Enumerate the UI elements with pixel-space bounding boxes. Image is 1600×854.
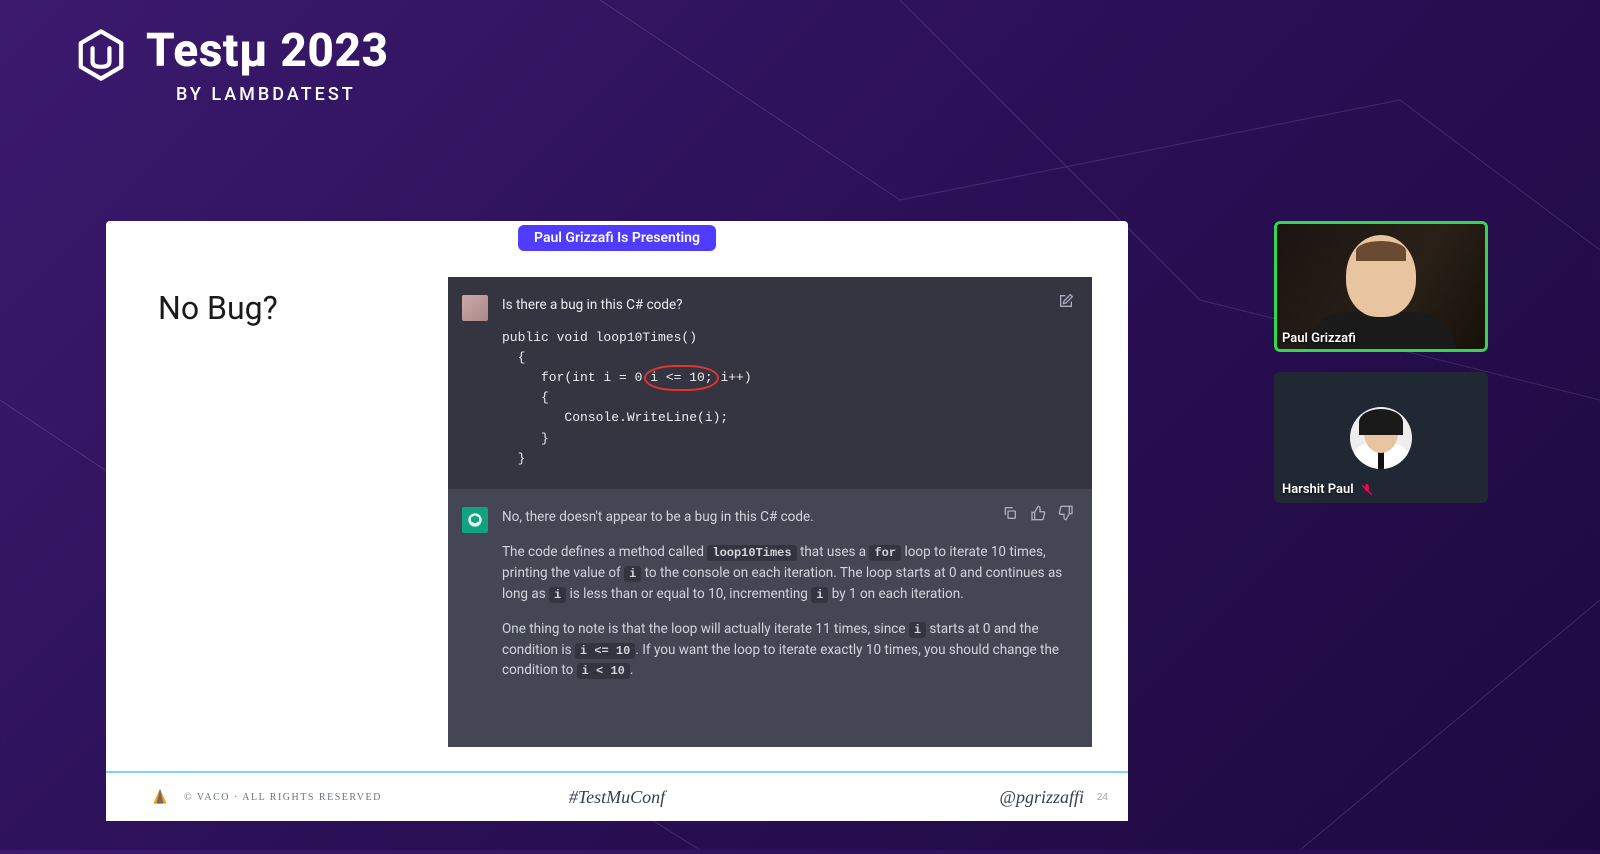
slide-footer: © VACO · ALL RIGHTS RESERVED #TestMuConf… xyxy=(106,771,1128,821)
presenter-pill: Paul Grizzafi Is Presenting xyxy=(518,225,716,251)
avatar-circle xyxy=(1350,407,1412,469)
participant-tile[interactable]: Harshit Paul xyxy=(1274,372,1488,503)
participant-tile[interactable]: Paul Grizzafi xyxy=(1274,221,1488,352)
participant-name: Harshit Paul xyxy=(1282,482,1354,497)
twitter-handle: @pgrizzaffi xyxy=(999,787,1084,808)
user-message: Is there a bug in this C# code? public v… xyxy=(448,277,1092,489)
user-question: Is there a bug in this C# code? xyxy=(502,295,1070,316)
slide-title: No Bug? xyxy=(158,289,278,327)
participant-tiles: Paul Grizzafi Harshit Paul xyxy=(1274,221,1488,503)
testmu-logo-icon xyxy=(74,28,128,82)
page-number: 24 xyxy=(1097,792,1108,803)
chatgpt-conversation: Is there a bug in this C# code? public v… xyxy=(448,277,1092,747)
openai-icon xyxy=(467,512,483,528)
assistant-avatar xyxy=(462,507,488,533)
event-title: Testµ 2023 xyxy=(146,28,389,74)
edit-icon[interactable] xyxy=(1058,293,1074,309)
event-logo: Testµ 2023 BY LAMBDATEST xyxy=(74,28,389,105)
answer-lead: No, there doesn't appear to be a bug in … xyxy=(502,507,1070,528)
vaco-logo-icon xyxy=(150,787,170,807)
answer-paragraph-1: The code defines a method called loop10T… xyxy=(502,542,1070,605)
hashtag: #TestMuConf xyxy=(569,787,665,808)
message-actions xyxy=(1058,293,1074,309)
highlighted-condition: i <= 10; xyxy=(650,368,712,388)
event-subtitle: BY LAMBDATEST xyxy=(176,84,389,105)
thumbs-down-icon[interactable] xyxy=(1058,505,1074,521)
muted-icon xyxy=(1360,483,1374,497)
code-block: public void loop10Times() { for(int i = … xyxy=(502,328,1070,469)
presentation-slide: Paul Grizzafi Is Presenting No Bug? Is t… xyxy=(106,221,1128,821)
copyright-text: © VACO · ALL RIGHTS RESERVED xyxy=(184,792,382,803)
participant-name: Paul Grizzafi xyxy=(1282,331,1356,346)
thumbs-up-icon[interactable] xyxy=(1030,505,1046,521)
user-avatar xyxy=(462,295,488,321)
message-actions xyxy=(1002,505,1074,521)
answer-paragraph-2: One thing to note is that the loop will … xyxy=(502,619,1070,682)
assistant-message: No, there doesn't appear to be a bug in … xyxy=(448,489,1092,747)
copy-icon[interactable] xyxy=(1002,505,1018,521)
